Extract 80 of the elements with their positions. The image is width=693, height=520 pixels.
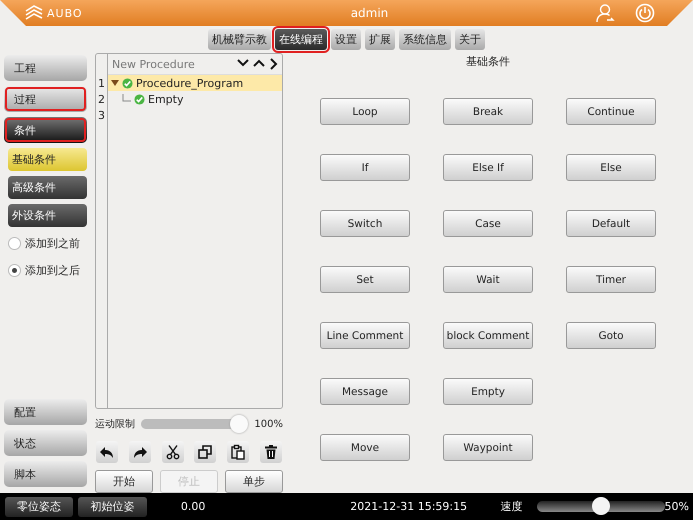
line-number: 2 [97,92,106,108]
speed-label: 速度 [499,499,522,514]
pose-button[interactable]: 零位姿态 [5,496,74,516]
connector-icon [122,94,131,104]
nav-tab[interactable]: 机械臂示教 [208,29,271,50]
nav-tab[interactable]: 关于 [455,29,485,50]
run-button[interactable]: 开始 [95,470,153,493]
nav-tab[interactable]: 扩展 [365,29,395,50]
trash-button[interactable] [260,441,282,463]
node-label: Procedure_Program [136,76,244,90]
command-button[interactable]: Default [566,210,656,237]
status-icon [134,94,145,104]
command-button[interactable]: Wait [443,266,533,293]
line-number: 3 [97,108,106,124]
nav-tab[interactable]: 在线编程 [275,29,327,50]
procedure-title: New Procedure [112,58,195,70]
sidebar-item[interactable]: 配置 [4,399,87,425]
command-button[interactable]: Break [443,98,533,125]
command-button[interactable]: Line Comment [320,322,410,349]
undo-button[interactable] [96,441,118,463]
command-button[interactable]: Timer [566,266,656,293]
radio-button[interactable] [8,236,21,250]
command-button[interactable]: Loop [320,98,410,125]
trash-icon [262,444,279,460]
status-icon [122,78,133,88]
radio-label: 添加到之前 [25,236,80,250]
paste-button[interactable] [227,441,250,463]
sidebar-item[interactable]: 工程 [4,55,87,81]
motion-limit-label: 运动限制 [95,418,135,431]
radio-button[interactable] [8,264,21,276]
user-name: admin [350,6,390,20]
chevron-right-icon[interactable] [269,58,278,70]
pose-button[interactable]: 初始位姿 [78,496,147,516]
command-button[interactable]: Empty [443,378,533,405]
command-button[interactable]: Message [320,378,410,405]
user-icon[interactable] [595,3,615,23]
sidebar-item[interactable]: 过程 [4,86,87,112]
copy-button[interactable] [194,441,216,463]
paste-icon [230,444,246,460]
nav-tab[interactable]: 系统信息 [399,29,451,50]
sidebar-item[interactable]: 状态 [4,430,87,456]
radio-label: 添加到之后 [25,262,80,278]
sidebar-item[interactable]: 条件 [4,117,87,143]
category-button[interactable]: 高级条件 [8,176,87,199]
status-value: 0.00 [180,500,206,513]
category-button[interactable]: 基础条件 [8,148,87,171]
command-button[interactable]: Move [320,434,410,461]
tree-node[interactable]: Empty [108,91,282,107]
speed-value: 50% [664,500,689,513]
line-number: 1 [97,76,106,92]
redo-icon [132,444,148,460]
command-button[interactable]: Waypoint [443,434,533,461]
command-button[interactable]: Else If [443,154,533,181]
redo-button[interactable] [128,441,151,463]
command-button[interactable]: Switch [320,210,410,237]
expand-icon[interactable] [111,79,119,87]
logo-text: AUBO [47,6,83,20]
power-icon[interactable] [635,3,655,23]
command-button[interactable]: Set [320,266,410,293]
chevron-up-icon[interactable] [253,58,265,68]
nav-tab[interactable]: 设置 [331,29,361,50]
cut-icon [164,444,181,460]
tree-node[interactable]: Procedure_Program [108,75,282,91]
panel-title: 基础条件 [466,54,510,69]
command-button[interactable]: Continue [566,98,656,125]
run-button[interactable]: 单步 [225,470,283,493]
copy-icon [197,444,214,460]
command-button[interactable]: Goto [566,322,656,349]
command-button[interactable]: Case [443,210,533,237]
command-button[interactable]: block Comment [443,322,533,349]
logo-icon [24,5,44,21]
sidebar-item[interactable]: 脚本 [4,461,87,487]
chevron-down-icon[interactable] [237,58,249,68]
datetime-text: 2021-12-31 15:59:15 [350,500,468,513]
command-button[interactable]: If [320,154,410,181]
category-button[interactable]: 外设条件 [8,204,87,227]
node-label: Empty [148,92,184,106]
cut-button[interactable] [162,441,184,463]
motion-limit-value: 100% [254,418,283,430]
command-button[interactable]: Else [566,154,656,181]
